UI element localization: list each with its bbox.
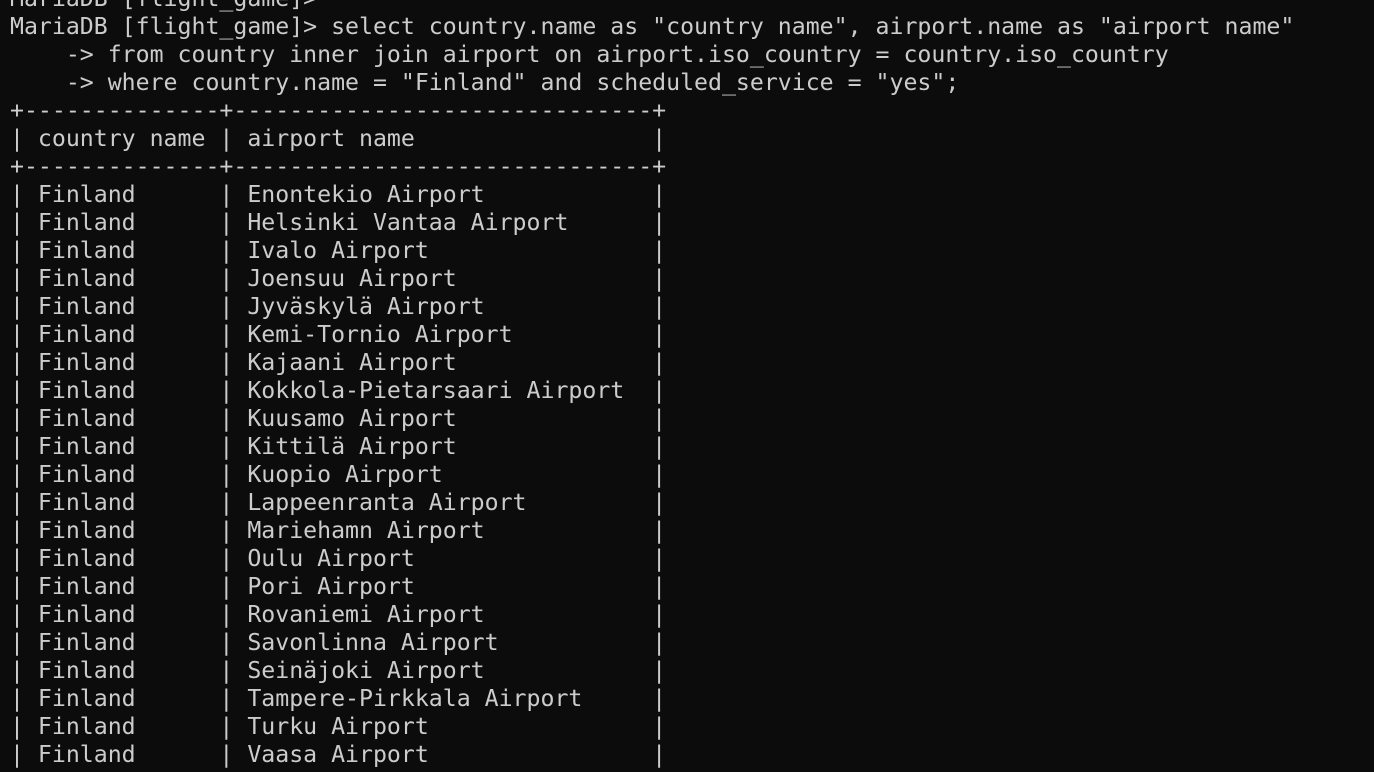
previous-prompt-line: MariaDB [flight_game]>	[10, 0, 1294, 13]
table-row: | Finland | Vaasa Airport |	[10, 741, 667, 768]
terminal-output: MariaDB [flight_game]> MariaDB [flight_g…	[10, 0, 1294, 769]
table-row: | Finland | Tampere-Pirkkala Airport |	[10, 685, 667, 712]
sql-continuation-line: -> where country.name = "Finland" and sc…	[10, 69, 960, 96]
table-row: | Finland | Lappeenranta Airport |	[10, 489, 667, 516]
terminal-window[interactable]: MariaDB [flight_game]> MariaDB [flight_g…	[0, 0, 1374, 772]
table-row: | Finland | Turku Airport |	[10, 713, 667, 740]
table-row: | Finland | Seinäjoki Airport |	[10, 657, 667, 684]
table-row: | Finland | Mariehamn Airport |	[10, 517, 667, 544]
table-row: | Finland | Kajaani Airport |	[10, 349, 667, 376]
table-row: | Finland | Joensuu Airport |	[10, 265, 667, 292]
table-row: | Finland | Helsinki Vantaa Airport |	[10, 209, 667, 236]
table-row: | Finland | Enontekio Airport |	[10, 181, 667, 208]
table-row: | Finland | Ivalo Airport |	[10, 237, 667, 264]
table-row: | Finland | Kittilä Airport |	[10, 433, 667, 460]
table-row: | Finland | Savonlinna Airport |	[10, 629, 667, 656]
table-border: +--------------+------------------------…	[10, 153, 667, 180]
table-row: | Finland | Pori Airport |	[10, 573, 667, 600]
table-row: | Finland | Kokkola-Pietarsaari Airport …	[10, 377, 667, 404]
sql-continuation-line: -> from country inner join airport on ai…	[10, 41, 1169, 68]
sql-command-line: MariaDB [flight_game]> select country.na…	[10, 13, 1295, 40]
table-row: | Finland | Oulu Airport |	[10, 545, 667, 572]
table-row: | Finland | Kuusamo Airport |	[10, 405, 667, 432]
table-border: +--------------+------------------------…	[10, 97, 667, 124]
table-row: | Finland | Kemi-Tornio Airport |	[10, 321, 667, 348]
table-row: | Finland | Jyväskylä Airport |	[10, 293, 667, 320]
table-row: | Finland | Rovaniemi Airport |	[10, 601, 667, 628]
table-header-row: | country name | airport name |	[10, 125, 667, 152]
table-row: | Finland | Kuopio Airport |	[10, 461, 667, 488]
